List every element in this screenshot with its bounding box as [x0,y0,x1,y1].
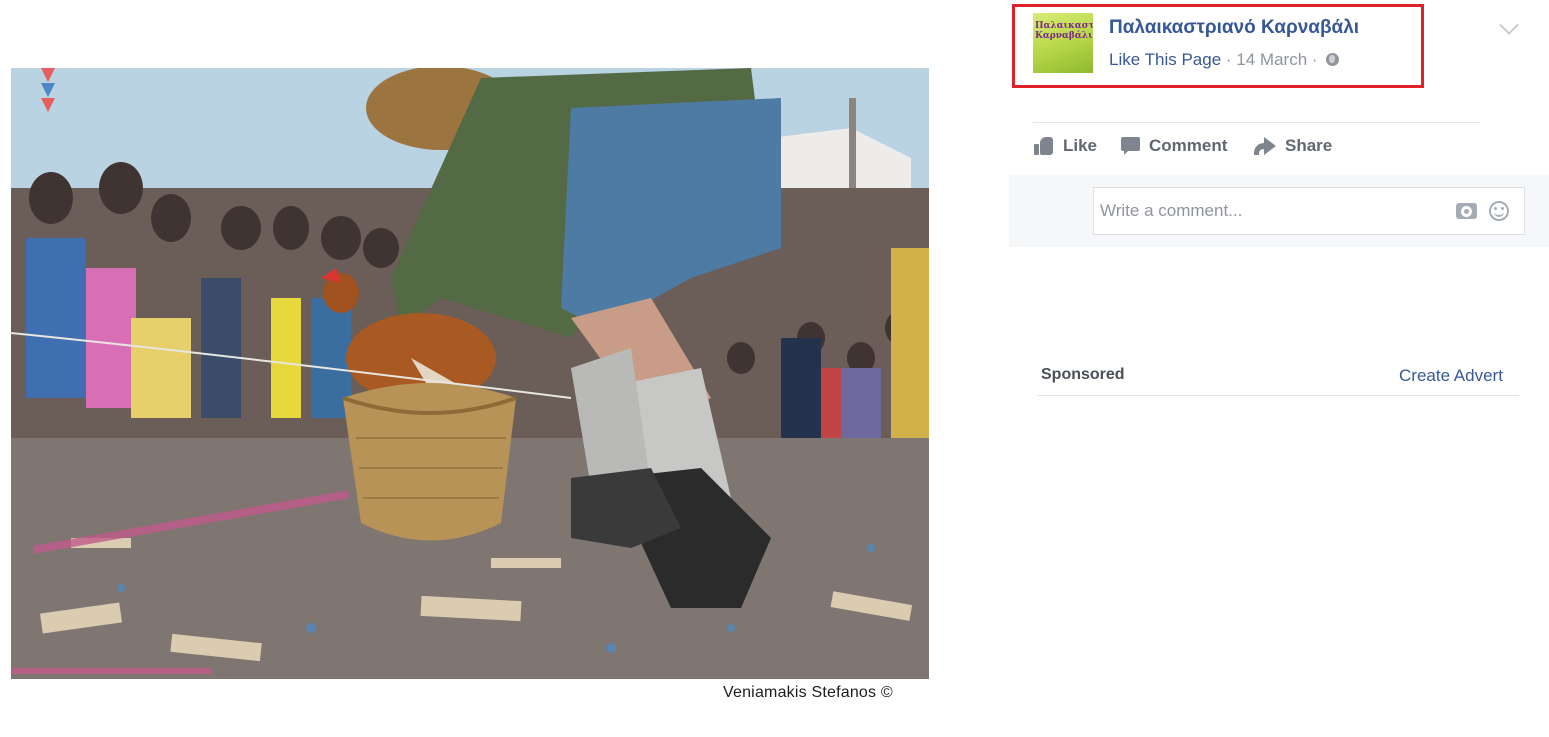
page-name-link[interactable]: Παλαικαστριανό Καρναβάλι [1109,17,1359,39]
photo-credit: Veniamakis Stefanos © [723,684,893,701]
emoji-icon[interactable] [1489,201,1509,221]
camera-icon[interactable] [1456,203,1477,219]
create-advert-link[interactable]: Create Advert [1399,366,1503,386]
chevron-down-icon[interactable] [1499,15,1519,35]
share-arrow-icon [1254,137,1276,155]
meta-separator: · [1225,50,1232,69]
meta-separator: · [1311,50,1318,69]
like-button[interactable]: Like [1034,133,1097,159]
post-date[interactable]: 14 March [1236,50,1307,69]
action-divider [1033,122,1480,123]
share-label: Share [1285,136,1333,155]
thumbs-up-icon [1034,137,1054,155]
comment-button[interactable]: Comment [1121,133,1227,159]
avatar-logo-text: Παλαικαστριανό Καρναβάλι [1035,21,1093,41]
post-meta: Like This Page · 14 March · [1109,50,1340,70]
comment-label: Comment [1149,136,1228,155]
globe-icon [1326,53,1340,66]
sponsored-heading: Sponsored [1041,366,1125,383]
like-this-page-link[interactable]: Like This Page [1109,50,1221,69]
comment-icon [1121,137,1140,155]
share-button[interactable]: Share [1254,133,1332,159]
like-label: Like [1063,136,1098,155]
page-avatar[interactable]: Παλαικαστριανό Καρναβάλι [1033,13,1093,73]
post-photo[interactable] [11,68,929,679]
sponsored-divider [1037,395,1519,396]
carnival-photo-illustration [11,68,929,679]
